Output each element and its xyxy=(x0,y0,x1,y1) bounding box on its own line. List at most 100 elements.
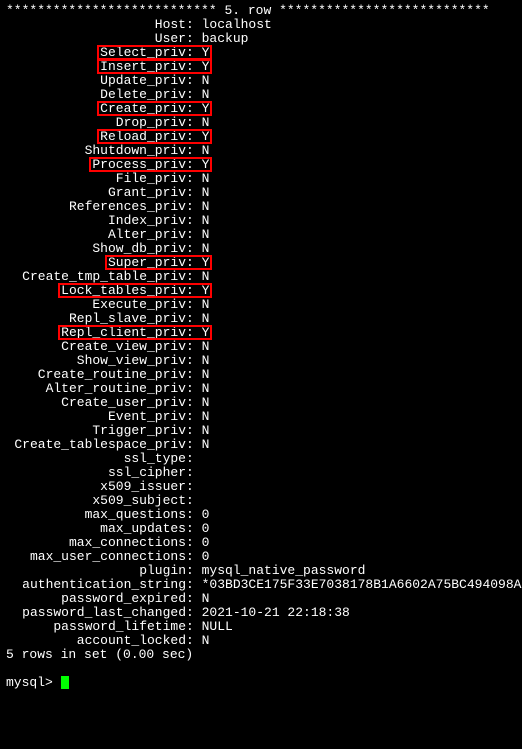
field-label: Repl_slave_priv xyxy=(6,312,186,326)
field-value: N xyxy=(202,213,210,228)
field-value: N xyxy=(202,115,210,130)
field-separator: : xyxy=(186,199,202,214)
field-label: Repl_client_priv xyxy=(6,326,186,340)
field-label: password_expired xyxy=(6,592,186,606)
field-row: account_locked: N xyxy=(6,634,516,648)
field-label: password_lifetime xyxy=(6,620,186,634)
field-value: NULL xyxy=(202,619,233,634)
field-separator: : xyxy=(186,367,202,382)
field-separator: : xyxy=(186,577,202,592)
field-separator: : xyxy=(186,59,202,74)
field-row: Repl_slave_priv: N xyxy=(6,312,516,326)
field-value: N xyxy=(202,395,210,410)
field-value: Y xyxy=(202,45,210,60)
field-separator: : xyxy=(186,311,202,326)
field-separator: : xyxy=(186,101,202,116)
field-value: Y xyxy=(202,129,210,144)
field-row: max_updates: 0 xyxy=(6,522,516,536)
field-label: Create_tmp_table_priv xyxy=(6,270,186,284)
mysql-prompt-line[interactable]: mysql> xyxy=(6,676,516,690)
field-label: Index_priv xyxy=(6,214,186,228)
field-separator: : xyxy=(186,45,202,60)
field-value: 0 xyxy=(202,535,210,550)
field-value: 2021-10-21 22:18:38 xyxy=(202,605,350,620)
field-row: max_questions: 0 xyxy=(6,508,516,522)
field-value: N xyxy=(202,437,210,452)
field-separator: : xyxy=(186,255,202,270)
field-label: Host xyxy=(6,18,186,32)
field-label: Trigger_priv xyxy=(6,424,186,438)
field-row: ssl_type: xyxy=(6,452,516,466)
field-value: 0 xyxy=(202,549,210,564)
field-label: Alter_routine_priv xyxy=(6,382,186,396)
field-row: Show_view_priv: N xyxy=(6,354,516,368)
field-value: N xyxy=(202,353,210,368)
field-label: Reload_priv xyxy=(6,130,186,144)
field-row: Insert_priv: Y xyxy=(6,60,516,74)
field-separator: : xyxy=(186,521,202,536)
field-row: ssl_cipher: xyxy=(6,466,516,480)
field-value: Y xyxy=(202,101,210,116)
cursor-icon xyxy=(61,676,69,689)
field-value: N xyxy=(202,87,210,102)
field-label: password_last_changed xyxy=(6,606,186,620)
field-separator: : xyxy=(186,31,202,46)
field-label: max_connections xyxy=(6,536,186,550)
field-label: Create_priv xyxy=(6,102,186,116)
field-value: *03BD3CE175F33E7038178B1A6602A75BC494098… xyxy=(202,577,522,592)
field-separator: : xyxy=(186,507,202,522)
prompt-text: mysql> xyxy=(6,675,61,690)
field-row: Process_priv: Y xyxy=(6,158,516,172)
field-row: Index_priv: N xyxy=(6,214,516,228)
field-value: localhost xyxy=(202,17,272,32)
field-label: max_questions xyxy=(6,508,186,522)
field-row: plugin: mysql_native_password xyxy=(6,564,516,578)
field-row: password_expired: N xyxy=(6,592,516,606)
field-row: Create_tmp_table_priv: N xyxy=(6,270,516,284)
field-row: password_last_changed: 2021-10-21 22:18:… xyxy=(6,606,516,620)
field-row: Show_db_priv: N xyxy=(6,242,516,256)
field-label: Super_priv xyxy=(6,256,186,270)
field-separator: : xyxy=(186,171,202,186)
field-label: Create_view_priv xyxy=(6,340,186,354)
field-label: x509_issuer xyxy=(6,480,186,494)
field-separator: : xyxy=(186,395,202,410)
field-label: Create_user_priv xyxy=(6,396,186,410)
field-separator: : xyxy=(186,619,202,634)
field-separator: : xyxy=(186,269,202,284)
field-label: Show_view_priv xyxy=(6,354,186,368)
field-label: Grant_priv xyxy=(6,186,186,200)
field-separator: : xyxy=(186,423,202,438)
field-value: N xyxy=(202,227,210,242)
field-row: Host: localhost xyxy=(6,18,516,32)
field-label: ssl_type xyxy=(6,452,186,466)
field-label: Create_routine_priv xyxy=(6,368,186,382)
field-separator: : xyxy=(186,283,202,298)
field-row: x509_subject: xyxy=(6,494,516,508)
field-label: Shutdown_priv xyxy=(6,144,186,158)
field-label: Drop_priv xyxy=(6,116,186,130)
field-separator: : xyxy=(186,493,202,508)
field-separator: : xyxy=(186,213,202,228)
field-value: N xyxy=(202,311,210,326)
field-separator: : xyxy=(186,479,202,494)
field-value: N xyxy=(202,633,210,648)
field-label: Update_priv xyxy=(6,74,186,88)
field-row: Create_user_priv: N xyxy=(6,396,516,410)
field-value: Y xyxy=(202,157,210,172)
field-separator: : xyxy=(186,17,202,32)
header-stars-left: *************************** xyxy=(6,3,217,18)
field-value: N xyxy=(202,241,210,256)
field-row: File_priv: N xyxy=(6,172,516,186)
field-separator: : xyxy=(186,605,202,620)
field-value: N xyxy=(202,269,210,284)
field-value: N xyxy=(202,591,210,606)
field-row: authentication_string: *03BD3CE175F33E70… xyxy=(6,578,516,592)
field-separator: : xyxy=(186,591,202,606)
field-separator: : xyxy=(186,563,202,578)
field-value: 0 xyxy=(202,521,210,536)
field-row: Alter_priv: N xyxy=(6,228,516,242)
field-value: N xyxy=(202,409,210,424)
field-separator: : xyxy=(186,339,202,354)
field-value: N xyxy=(202,185,210,200)
